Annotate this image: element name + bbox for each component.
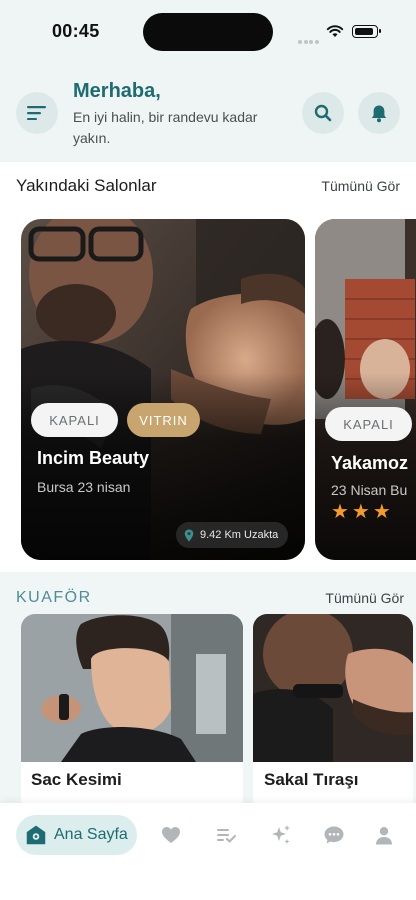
- signal-icon: [298, 31, 320, 49]
- tab-home-label: Ana Sayfa: [54, 826, 128, 843]
- checklist-icon: [217, 829, 236, 843]
- service-photo: [21, 614, 243, 762]
- wifi-icon: [326, 25, 344, 37]
- nearby-header: Yakındaki Salonlar Tümünü Gör: [0, 176, 416, 206]
- menu-icon: [27, 106, 46, 120]
- service-name: Sakal Tıraşı: [264, 770, 359, 789]
- nearby-see-all-link[interactable]: Tümünü Gör: [321, 178, 400, 194]
- tab-messages[interactable]: [322, 823, 346, 847]
- service-name: Sac Kesimi: [31, 770, 122, 789]
- sparkles-icon: [272, 825, 290, 844]
- search-button[interactable]: [302, 92, 344, 134]
- kuafor-title: KUAFÖR: [16, 589, 92, 606]
- closed-status-badge: KAPALI: [31, 403, 118, 437]
- tab-discover[interactable]: [269, 823, 293, 847]
- rating-stars: ★★★: [331, 501, 394, 523]
- service-card[interactable]: Sac Kesimi: [21, 614, 243, 814]
- location-pin-icon: [184, 529, 194, 541]
- distance-text: 9.42 Km Uzakta: [200, 529, 279, 541]
- salon-card[interactable]: KAPALI Yakamoz 23 Nisan Bu ★★★: [315, 219, 416, 560]
- vitrin-badge: VITRIN: [127, 403, 200, 437]
- battery-icon: [352, 25, 381, 38]
- service-card[interactable]: Sakal Tıraşı: [253, 614, 413, 814]
- status-bar: 00:45: [0, 0, 416, 60]
- distance-badge: 9.42 Km Uzakta: [176, 522, 289, 548]
- tab-appointments[interactable]: [214, 823, 238, 847]
- salon-carousel[interactable]: KAPALI VITRIN Incim Beauty Bursa 23 nisa…: [0, 219, 416, 561]
- heart-icon: [162, 827, 180, 843]
- salon-card[interactable]: KAPALI VITRIN Incim Beauty Bursa 23 nisa…: [21, 219, 305, 560]
- search-icon: [314, 104, 332, 122]
- nearby-title: Yakındaki Salonlar: [16, 176, 157, 195]
- profile-icon: [376, 826, 392, 844]
- service-photo: [253, 614, 413, 762]
- bottom-tab-bar: Ana Sayfa: [0, 803, 416, 900]
- salon-name: Incim Beauty: [37, 448, 150, 468]
- salon-location: 23 Nisan Bu: [331, 482, 408, 498]
- tab-home[interactable]: Ana Sayfa: [16, 815, 137, 855]
- greeting-subtitle: En iyi halin, bir randevu kadar yakın.: [73, 109, 258, 146]
- tab-profile[interactable]: [372, 823, 396, 847]
- home-icon: [26, 825, 46, 845]
- menu-button[interactable]: [16, 92, 58, 134]
- chat-icon: [324, 826, 344, 844]
- greeting-title: Merhaba,: [73, 80, 161, 102]
- salon-location: Bursa 23 nisan: [37, 479, 131, 495]
- closed-status-badge: KAPALI: [325, 407, 412, 441]
- photo-overlay: [21, 219, 305, 560]
- kuafor-see-all-link[interactable]: Tümünü Gör: [325, 590, 404, 606]
- notifications-button[interactable]: [358, 92, 400, 134]
- salon-name: Yakamoz: [331, 453, 409, 473]
- status-time: 00:45: [52, 21, 100, 41]
- dynamic-island: [143, 13, 273, 51]
- tab-favorites[interactable]: [159, 823, 183, 847]
- bell-icon: [371, 105, 387, 122]
